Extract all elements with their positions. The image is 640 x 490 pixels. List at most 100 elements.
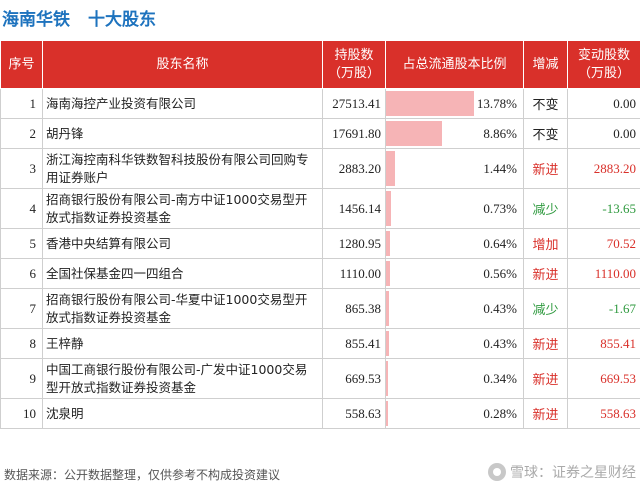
delta-value: 855.41 bbox=[567, 328, 640, 359]
ratio-bar bbox=[386, 331, 389, 356]
row-index: 6 bbox=[0, 258, 43, 289]
data-source-note: 数据来源：公开数据整理，仅供参考不构成投资建议 bbox=[4, 468, 281, 482]
ratio-cell: 0.43% bbox=[385, 288, 524, 329]
change-status: 减少 bbox=[523, 288, 568, 329]
row-index: 3 bbox=[0, 148, 43, 189]
snowball-logo-icon bbox=[488, 463, 506, 481]
header-name: 股东名称 bbox=[42, 40, 323, 89]
header-shares: 持股数 （万股） bbox=[322, 40, 386, 89]
ratio-cell: 0.56% bbox=[385, 258, 524, 289]
row-index: 8 bbox=[0, 328, 43, 359]
shares-value: 865.38 bbox=[322, 288, 386, 329]
delta-value: -1.67 bbox=[567, 288, 640, 329]
delta-value: 0.00 bbox=[567, 88, 640, 119]
ratio-label: 0.56% bbox=[483, 265, 517, 281]
shareholder-name: 香港中央结算有限公司 bbox=[42, 228, 323, 259]
delta-value: 0.00 bbox=[567, 118, 640, 149]
ratio-label: 0.34% bbox=[483, 370, 517, 386]
change-status: 新进 bbox=[523, 258, 568, 289]
shareholder-name: 中国工商银行股份有限公司-广发中证1000交易型开放式指数证券投资基金 bbox=[42, 358, 323, 399]
ratio-cell: 8.86% bbox=[385, 118, 524, 149]
shares-value: 855.41 bbox=[322, 328, 386, 359]
change-status: 新进 bbox=[523, 148, 568, 189]
row-index: 10 bbox=[0, 398, 43, 429]
table-row: 5 香港中央结算有限公司 1280.95 0.64% 增加 70.52 bbox=[0, 228, 640, 259]
ratio-label: 13.78% bbox=[476, 95, 517, 111]
delta-value: 669.53 bbox=[567, 358, 640, 399]
delta-value: 70.52 bbox=[567, 228, 640, 259]
shares-value: 27513.41 bbox=[322, 88, 386, 119]
shareholder-name: 海南海控产业投资有限公司 bbox=[42, 88, 323, 119]
shares-value: 1110.00 bbox=[322, 258, 386, 289]
change-status: 新进 bbox=[523, 398, 568, 429]
shareholder-name: 招商银行股份有限公司-南方中证1000交易型开放式指数证券投资基金 bbox=[42, 188, 323, 229]
ratio-bar bbox=[386, 291, 389, 326]
ratio-bar bbox=[386, 231, 391, 256]
table-row: 7 招商银行股份有限公司-华夏中证1000交易型开放式指数证券投资基金 865.38… bbox=[0, 288, 640, 329]
shares-value: 17691.80 bbox=[322, 118, 386, 149]
delta-value: 558.63 bbox=[567, 398, 640, 429]
row-index: 4 bbox=[0, 188, 43, 229]
header-change: 增减 bbox=[523, 40, 568, 89]
row-index: 7 bbox=[0, 288, 43, 329]
change-status: 新进 bbox=[523, 328, 568, 359]
ratio-label: 8.86% bbox=[483, 125, 517, 141]
table-header-row: 序号 股东名称 持股数 （万股） 占总流通股本比例 增减 变动股数 （万股） bbox=[0, 40, 640, 89]
ratio-label: 0.28% bbox=[483, 405, 517, 421]
ratio-cell: 0.64% bbox=[385, 228, 524, 259]
shares-value: 1456.14 bbox=[322, 188, 386, 229]
ratio-bar bbox=[386, 401, 388, 426]
table-row: 2 胡丹锋 17691.80 8.86% 不变 0.00 bbox=[0, 118, 640, 149]
change-status: 新进 bbox=[523, 358, 568, 399]
table-row: 3 浙江海控南科华铁数智科技股份有限公司回购专用证券账户 2883.20 1.44% 新… bbox=[0, 148, 640, 189]
row-index: 5 bbox=[0, 228, 43, 259]
ratio-label: 0.73% bbox=[483, 200, 517, 216]
brand-text: 雪球：证券之星财经 bbox=[510, 465, 636, 481]
ratio-bar bbox=[386, 361, 389, 396]
header-idx: 序号 bbox=[0, 40, 43, 89]
ratio-cell: 0.28% bbox=[385, 398, 524, 429]
shares-value: 2883.20 bbox=[322, 148, 386, 189]
ratio-cell: 13.78% bbox=[385, 88, 524, 119]
table-row: 8 王梓静 855.41 0.43% 新进 855.41 bbox=[0, 328, 640, 359]
row-index: 9 bbox=[0, 358, 43, 399]
ratio-cell: 0.73% bbox=[385, 188, 524, 229]
table-row: 1 海南海控产业投资有限公司 27513.41 13.78% 不变 0.00 bbox=[0, 88, 640, 119]
table-row: 9 中国工商银行股份有限公司-广发中证1000交易型开放式指数证券投资基金 669.… bbox=[0, 358, 640, 399]
ratio-bar bbox=[386, 121, 443, 146]
shares-value: 558.63 bbox=[322, 398, 386, 429]
delta-value: -13.65 bbox=[567, 188, 640, 229]
shareholder-name: 全国社保基金四一四组合 bbox=[42, 258, 323, 289]
shareholder-name: 胡丹锋 bbox=[42, 118, 323, 149]
change-status: 不变 bbox=[523, 88, 568, 119]
ratio-label: 0.64% bbox=[483, 235, 517, 251]
shareholders-table: 序号 股东名称 持股数 （万股） 占总流通股本比例 增减 变动股数 （万股） 1 海南… bbox=[0, 40, 640, 429]
shareholder-name: 浙江海控南科华铁数智科技股份有限公司回购专用证券账户 bbox=[42, 148, 323, 189]
shareholder-name: 王梓静 bbox=[42, 328, 323, 359]
page-title: 海南华铁 十大股东 bbox=[0, 0, 156, 34]
company-name: 海南华铁 bbox=[2, 9, 70, 30]
brand-mark: 雪球：证券之星财经 bbox=[488, 462, 636, 482]
ratio-cell: 0.34% bbox=[385, 358, 524, 399]
row-index: 1 bbox=[0, 88, 43, 119]
section-title: 十大股东 bbox=[88, 9, 156, 30]
ratio-bar bbox=[386, 151, 396, 186]
shares-value: 669.53 bbox=[322, 358, 386, 399]
ratio-bar bbox=[386, 91, 474, 116]
delta-value: 2883.20 bbox=[567, 148, 640, 189]
change-status: 增加 bbox=[523, 228, 568, 259]
change-status: 不变 bbox=[523, 118, 568, 149]
shareholder-name: 沈泉明 bbox=[42, 398, 323, 429]
ratio-bar bbox=[386, 261, 390, 286]
ratio-bar bbox=[386, 191, 391, 226]
delta-value: 1110.00 bbox=[567, 258, 640, 289]
ratio-label: 1.44% bbox=[483, 160, 517, 176]
table-row: 4 招商银行股份有限公司-南方中证1000交易型开放式指数证券投资基金 1456.1… bbox=[0, 188, 640, 229]
table-row: 6 全国社保基金四一四组合 1110.00 0.56% 新进 1110.00 bbox=[0, 258, 640, 289]
header-delta: 变动股数 （万股） bbox=[567, 40, 640, 89]
shares-value: 1280.95 bbox=[322, 228, 386, 259]
table-row: 10 沈泉明 558.63 0.28% 新进 558.63 bbox=[0, 398, 640, 429]
ratio-cell: 0.43% bbox=[385, 328, 524, 359]
ratio-label: 0.43% bbox=[483, 335, 517, 351]
header-ratio: 占总流通股本比例 bbox=[385, 40, 524, 89]
